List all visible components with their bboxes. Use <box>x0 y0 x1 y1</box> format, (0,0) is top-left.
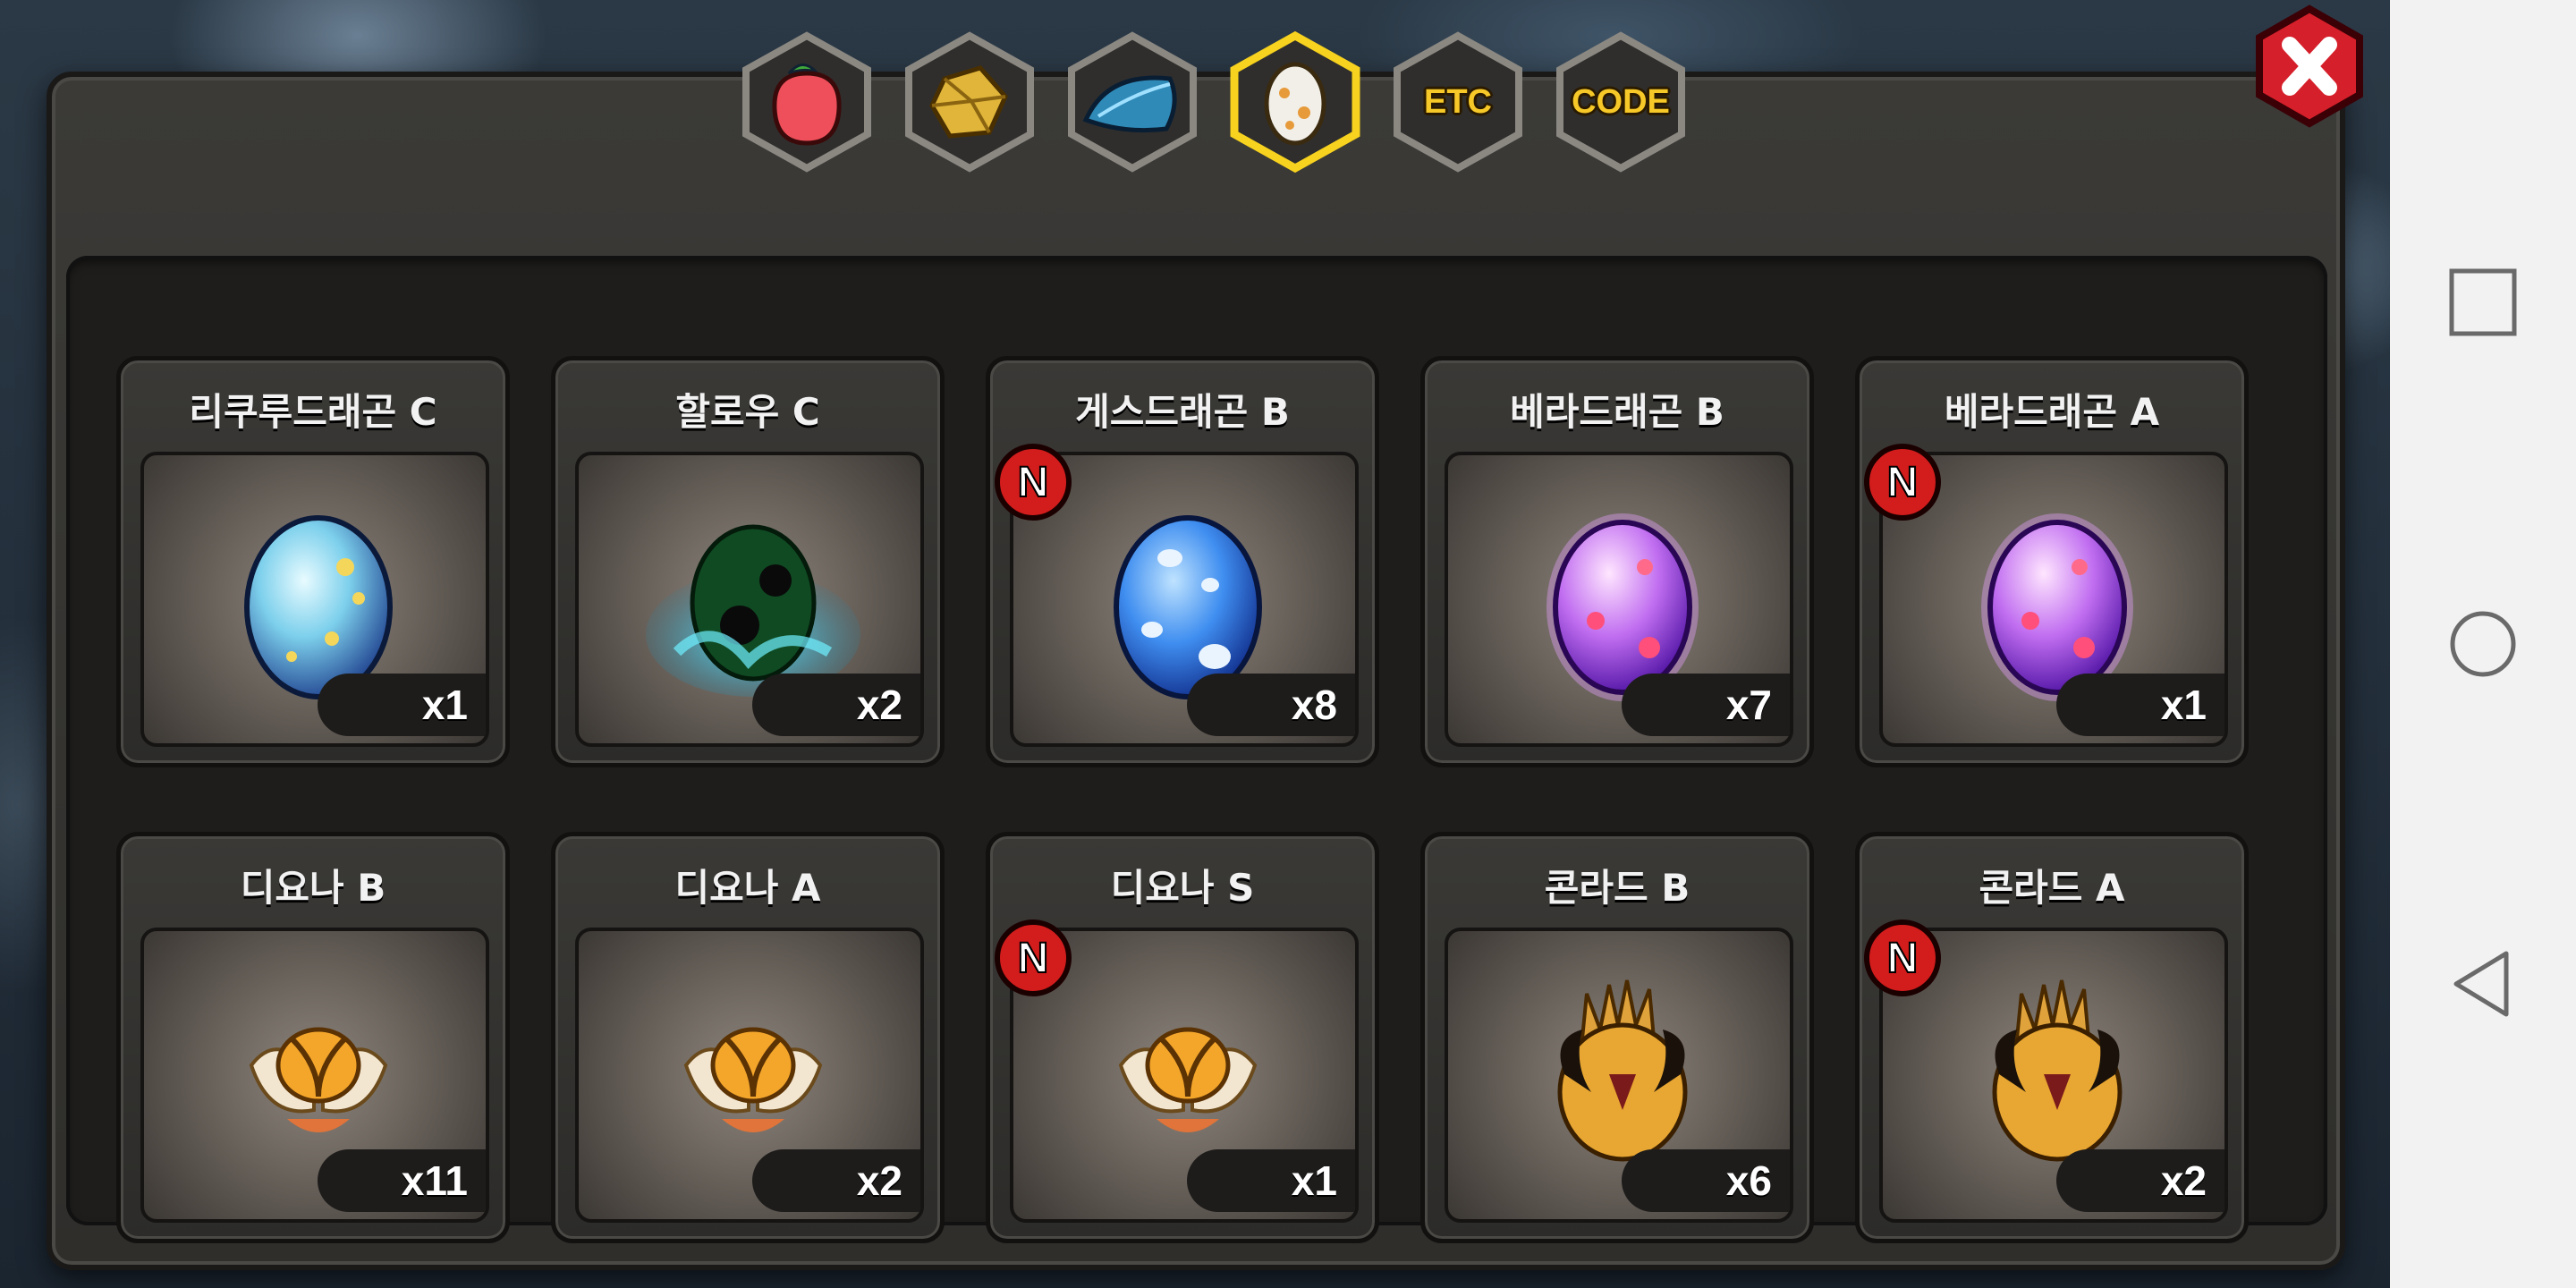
back-triangle-icon <box>2453 951 2509 1017</box>
item-quantity: x2 <box>752 674 920 736</box>
item-slot: x1 <box>140 452 489 747</box>
item-grid: 리쿠루드래곤 C x1 할로우 C x2 게스드래곤 B x8 N 베라드래곤 … <box>66 256 2327 1243</box>
item-slot: x2 <box>575 928 924 1223</box>
item-card[interactable]: 할로우 C x2 <box>551 356 945 767</box>
item-slot: x7 <box>1445 452 1793 747</box>
new-badge-icon: N <box>1864 919 1941 996</box>
back-button[interactable] <box>2440 941 2526 1027</box>
item-quantity: x1 <box>318 674 486 736</box>
item-card[interactable]: 디요나 A x2 <box>551 832 945 1243</box>
item-name: 디요나 A <box>674 866 821 910</box>
inventory-panel: 리쿠루드래곤 C x1 할로우 C x2 게스드래곤 B x8 N 베라드래곤 … <box>47 72 2345 1270</box>
item-name: 콘라드 A <box>1979 866 2125 910</box>
item-card[interactable]: 게스드래곤 B x8 N <box>986 356 1379 767</box>
item-quantity: x2 <box>2056 1149 2224 1212</box>
item-card[interactable]: 디요나 S x1 N <box>986 832 1379 1243</box>
item-name: 콘라드 B <box>1544 866 1690 910</box>
close-icon <box>2256 4 2363 128</box>
item-card[interactable]: 리쿠루드래곤 C x1 <box>116 356 510 767</box>
blue-feather-icon <box>1082 75 1177 133</box>
tab-feather[interactable] <box>1061 30 1204 174</box>
tab-etc-label: ETC <box>1424 82 1492 121</box>
recent-apps-button[interactable] <box>2440 259 2526 345</box>
item-quantity: x8 <box>1187 674 1355 736</box>
item-name: 베라드래곤 A <box>1944 390 2160 434</box>
item-name: 할로우 C <box>675 390 820 434</box>
system-nav-bar <box>2390 0 2576 1288</box>
category-tabs: ETC CODE <box>735 18 1692 175</box>
item-quantity: x1 <box>1187 1149 1355 1212</box>
item-quantity: x1 <box>2056 674 2224 736</box>
close-button[interactable] <box>2247 4 2372 129</box>
item-quantity: x7 <box>1622 674 1790 736</box>
tab-etc[interactable]: ETC <box>1386 30 1530 174</box>
tab-fruit[interactable] <box>735 30 878 174</box>
egg-horned-gold-icon <box>1992 979 2123 1162</box>
tab-code[interactable]: CODE <box>1549 30 1692 174</box>
square-icon <box>2449 268 2517 336</box>
item-card[interactable]: 콘라드 A x2 N <box>1855 832 2249 1243</box>
egg-purple-icon <box>1546 513 1699 701</box>
new-badge-icon: N <box>1864 444 1941 521</box>
egg-winged-gold-icon <box>683 1027 823 1132</box>
egg-blue-white-icon <box>1114 515 1262 699</box>
item-name: 베라드래곤 B <box>1510 390 1724 434</box>
circle-icon <box>2450 611 2516 677</box>
item-name: 디요나 B <box>240 866 386 910</box>
item-slot: x6 <box>1445 928 1793 1223</box>
red-fruit-icon <box>772 64 842 146</box>
item-name: 디요나 S <box>1110 866 1255 910</box>
egg-winged-gold-icon <box>1118 1027 1258 1132</box>
egg-blue-yellow-icon <box>244 515 393 699</box>
item-name: 리쿠루드래곤 C <box>189 390 437 434</box>
tab-egg[interactable] <box>1224 30 1367 174</box>
egg-winged-gold-icon <box>249 1027 388 1132</box>
item-card[interactable]: 베라드래곤 A x1 N <box>1855 356 2249 767</box>
item-slot: x11 <box>140 928 489 1223</box>
item-card[interactable]: 디요나 B x11 <box>116 832 510 1243</box>
new-badge-label: N <box>1887 935 1919 982</box>
item-quantity: x2 <box>752 1149 920 1212</box>
item-quantity: x6 <box>1622 1149 1790 1212</box>
tab-gold[interactable] <box>898 30 1041 174</box>
item-card[interactable]: 베라드래곤 B x7 <box>1420 356 1814 767</box>
gold-ore-icon <box>929 65 1008 139</box>
new-badge-icon: N <box>995 919 1072 996</box>
new-badge-label: N <box>1018 935 1049 982</box>
egg-icon <box>1264 62 1326 146</box>
new-badge-label: N <box>1887 459 1919 506</box>
home-button[interactable] <box>2440 601 2526 687</box>
item-quantity: x11 <box>318 1149 486 1212</box>
egg-purple-icon <box>1981 513 2133 701</box>
item-slot: x2 <box>575 452 924 747</box>
tab-code-label: CODE <box>1572 82 1670 121</box>
new-badge-icon: N <box>995 444 1072 521</box>
item-card[interactable]: 콘라드 B x6 <box>1420 832 1814 1243</box>
egg-horned-gold-icon <box>1557 979 1688 1162</box>
item-name: 게스드래곤 B <box>1075 390 1290 434</box>
new-badge-label: N <box>1018 459 1049 506</box>
